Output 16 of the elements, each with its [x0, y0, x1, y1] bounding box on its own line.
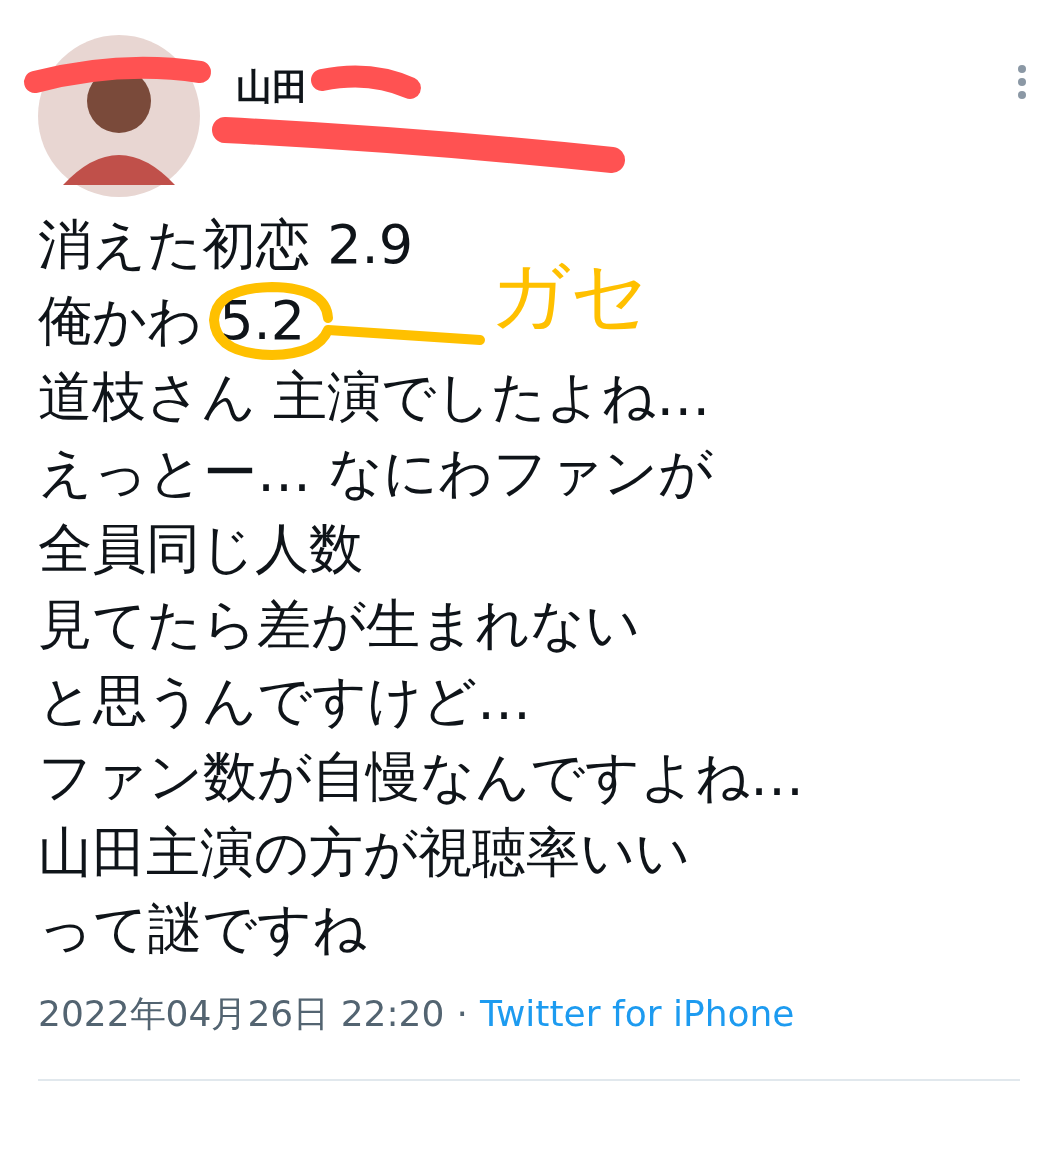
more-menu-icon[interactable] — [1017, 64, 1027, 100]
author-name: 山田 — [236, 65, 308, 109]
source-link[interactable]: Twitter for iPhone — [479, 989, 795, 1039]
tweet-line: って謎ですね — [38, 896, 367, 962]
separator: · — [456, 992, 468, 1036]
tweet-line: ファン数が自慢なんですよね… — [38, 744, 804, 810]
tweet-line: 道枝さん 主演でしたよね… — [38, 364, 711, 430]
tweet-line: 見てたら差が生まれない — [38, 592, 640, 658]
tweet-line: 俺かわ 5.2 — [38, 288, 306, 354]
tweet-line: と思うんですけど… — [38, 668, 531, 734]
tweet-line: 全員同じ人数 — [38, 516, 363, 582]
tweet-line: 消えた初恋 2.9 — [38, 212, 414, 278]
tweet-line: 山田主演の方が視聴率いい — [38, 820, 690, 886]
annotation-text: ガセ — [490, 250, 650, 340]
timestamp: 2022年04月26日 22:20 — [38, 992, 445, 1036]
tweet-line: えっとー… なにわファンが — [38, 440, 714, 506]
